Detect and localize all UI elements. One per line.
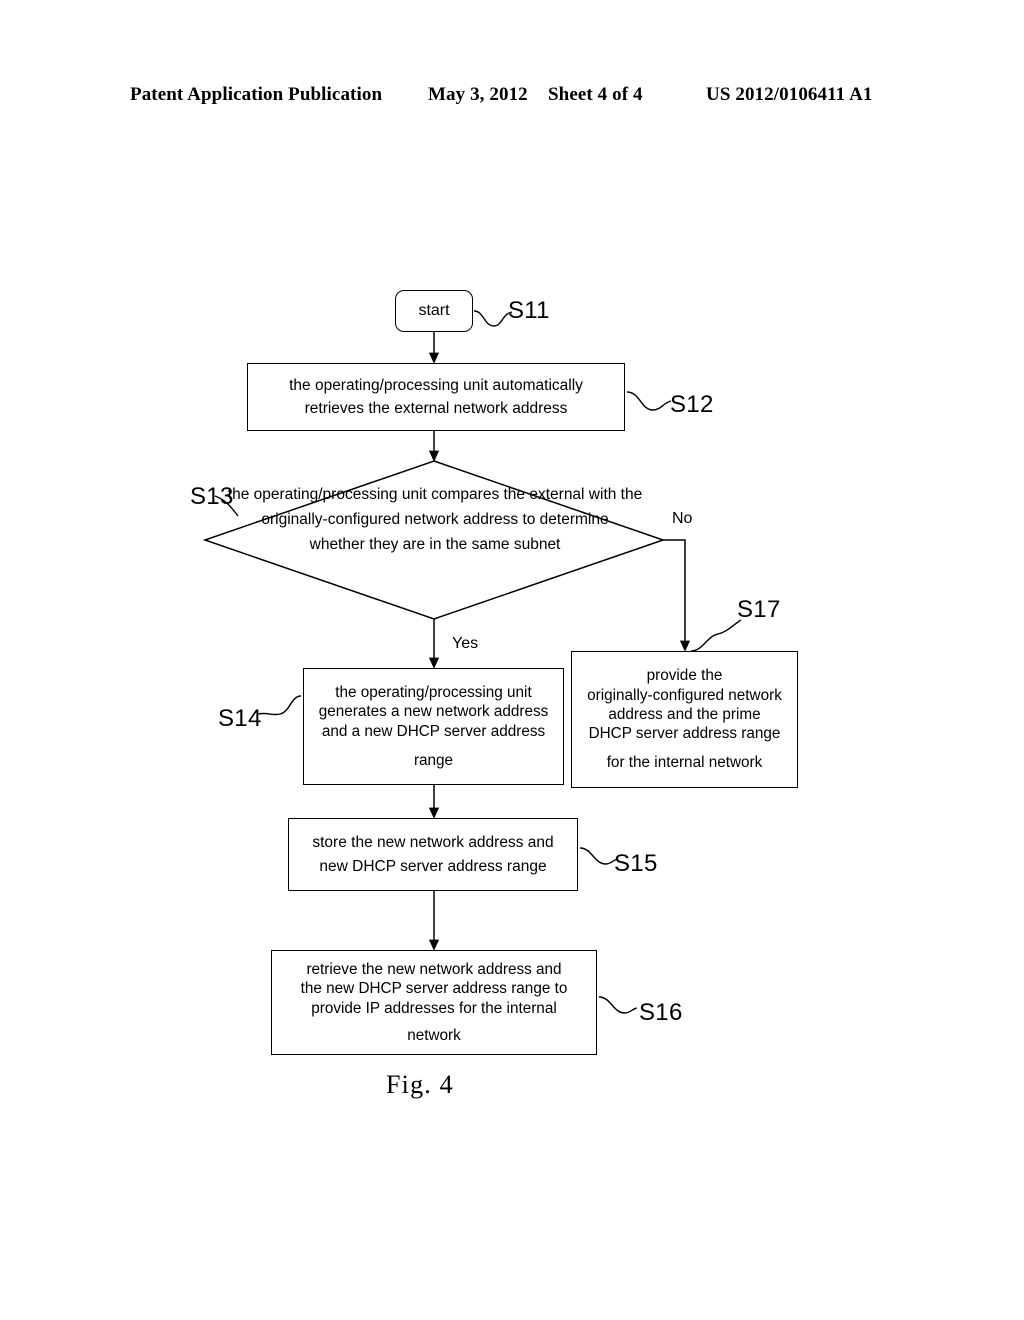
node-s17-provide-original-address[interactable]: provide the originally-configured networ… [571, 651, 798, 788]
node-s14-line-1: the operating/processing unit [335, 683, 532, 701]
node-s17-line-2: originally-configured network [587, 686, 782, 704]
node-s16-retrieve-new-address[interactable]: retrieve the new network address and the… [271, 950, 597, 1055]
figure-caption: Fig. 4 [386, 1070, 454, 1099]
node-start-label: start [418, 302, 450, 319]
node-s15-line-1: store the new network address and [312, 834, 554, 851]
node-s13-line-4: whether they are in the same [309, 536, 510, 553]
edge-s13-to-s17-no [663, 539, 691, 652]
node-s13-line-3: originally-configured network address to… [261, 511, 609, 528]
node-s17-line-3: address and the prime [608, 705, 761, 723]
flowchart-figure: start the operating/processing unit auto… [0, 0, 1024, 1320]
branch-label-no: No [672, 510, 693, 527]
node-s13-compare-subnet[interactable]: the operating/processing unit compares t… [210, 482, 660, 557]
node-s17-line-5: for the internal network [606, 754, 763, 772]
leader-s12 [626, 391, 672, 411]
node-s17-line-4: DHCP server address range [588, 725, 781, 743]
step-label-s15: S15 [614, 850, 658, 877]
step-label-s12: S12 [670, 391, 714, 418]
step-label-s17: S17 [737, 596, 781, 623]
leader-s11 [473, 310, 513, 327]
step-label-s14: S14 [218, 705, 262, 732]
node-s13-line-2: unit compares the external with the [401, 486, 643, 503]
node-s15-line-2: new DHCP server address range [319, 857, 547, 875]
node-s12-line-2: retrieves the external network address [304, 400, 568, 417]
node-s17-line-1: provide the [646, 667, 723, 685]
leader-s14 [257, 695, 302, 716]
node-s16-line-4: network [407, 1026, 461, 1044]
branch-label-yes: Yes [452, 635, 479, 652]
step-label-s16: S16 [639, 999, 683, 1026]
leader-s17 [690, 619, 742, 652]
node-s14-line-3: and a new DHCP server address [321, 722, 546, 740]
leader-s16 [598, 996, 638, 1014]
node-s14-line-2: generates a new network address [318, 703, 549, 721]
node-s16-line-2: the new DHCP server address range to [300, 980, 568, 998]
node-s16-line-3: provide IP addresses for the internal [311, 999, 557, 1017]
node-s16-line-1: retrieve the new network address and [306, 960, 562, 978]
node-s15-store-new-address[interactable]: store the new network address and new DH… [288, 818, 578, 891]
node-s13-line-1: the operating/processing [227, 486, 398, 503]
node-start[interactable]: start [395, 290, 473, 332]
step-label-s11: S11 [508, 297, 550, 324]
node-s13-line-5: subnet [513, 536, 561, 553]
leader-s15 [579, 847, 619, 865]
node-s14-line-4: range [413, 751, 454, 769]
decision-diamond-s13 [202, 460, 666, 620]
node-s12-line-1: the operating/processing unit automatica… [289, 376, 583, 394]
node-s12-retrieve-external-address[interactable]: the operating/processing unit automatica… [247, 363, 625, 431]
step-label-s13: S13 [190, 483, 234, 510]
flowchart-connectors [202, 310, 742, 1014]
node-s14-generate-new-address[interactable]: the operating/processing unit generates … [303, 668, 564, 785]
